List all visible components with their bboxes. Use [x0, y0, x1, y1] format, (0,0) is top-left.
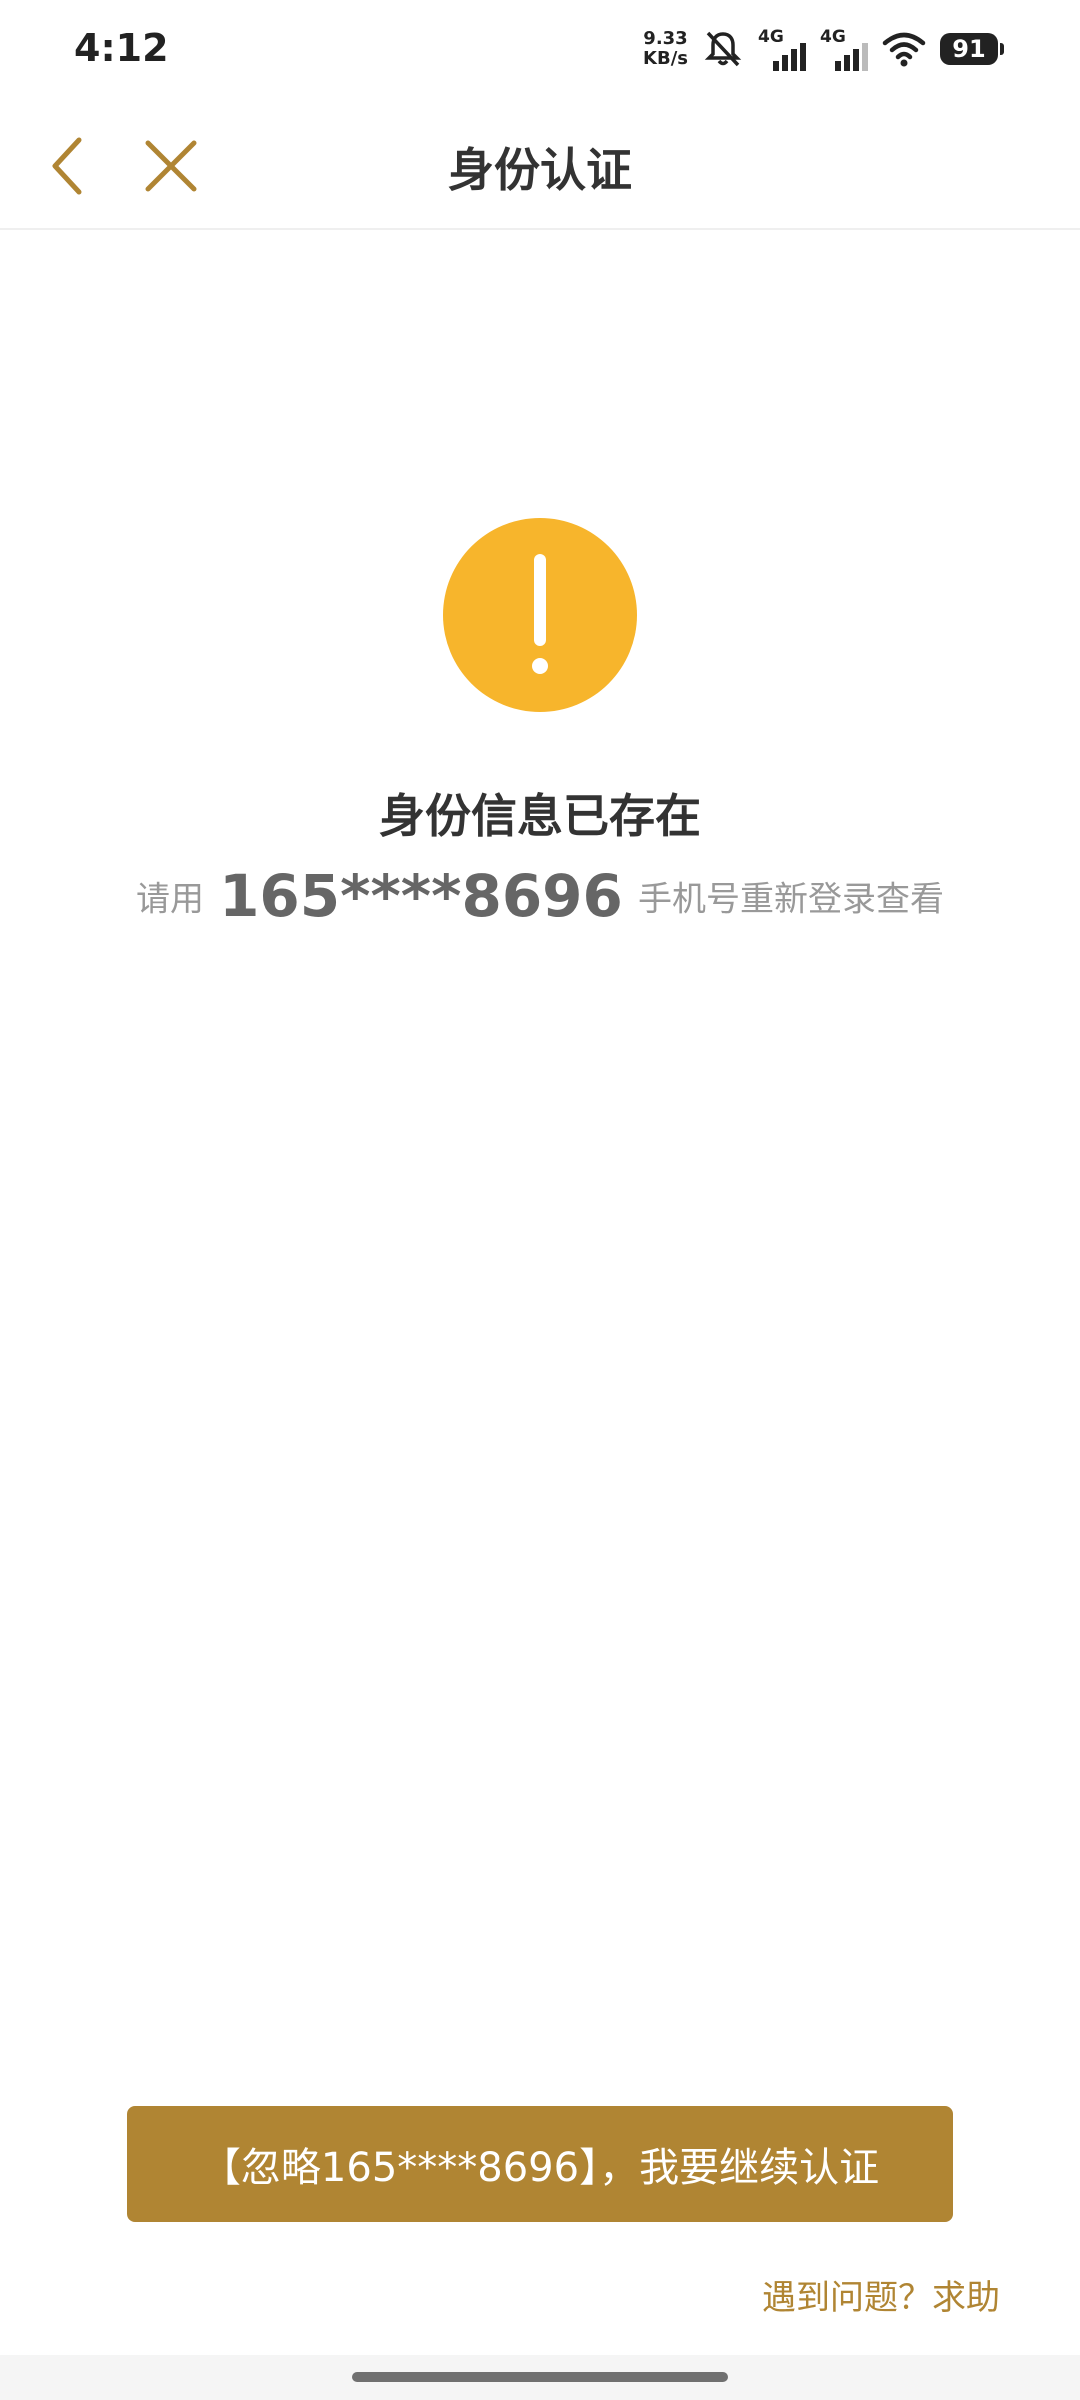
signal-icon	[773, 43, 806, 71]
description-suffix: 手机号重新登录查看	[638, 879, 944, 920]
signal-icon	[835, 43, 868, 71]
battery-tip	[1000, 43, 1004, 55]
sim2-signal: 4G	[820, 27, 868, 71]
screen: 4:12 9.33 KB/s 4G 4G 91 身份认证 身份信息已存在 请用 …	[0, 0, 1080, 2400]
network-speed-value: 9.33	[643, 28, 688, 49]
description-prefix: 请用	[135, 879, 204, 920]
sim1-signal: 4G	[758, 27, 806, 71]
battery-icon: 91	[940, 33, 1004, 65]
status-icons: 9.33 KB/s 4G 4G 91	[643, 24, 1004, 74]
home-indicator[interactable]	[352, 2372, 728, 2382]
page-title: 身份认证	[448, 143, 632, 197]
masked-phone-number: 165****8696	[219, 862, 623, 930]
nav-bar: 身份认证	[0, 100, 1080, 230]
wifi-icon	[882, 32, 926, 67]
network-speed-unit: KB/s	[643, 48, 688, 69]
bell-muted-icon	[704, 31, 742, 67]
exclamation-icon	[443, 518, 637, 712]
result-title: 身份信息已存在	[379, 789, 701, 843]
continue-verification-button[interactable]: 【忽略165****8696】，我要继续认证	[127, 2106, 953, 2222]
help-link[interactable]: 遇到问题？求助	[762, 2270, 1000, 2319]
network-speed: 9.33 KB/s	[643, 29, 688, 69]
battery-level: 91	[940, 33, 998, 65]
status-bar: 4:12 9.33 KB/s 4G 4G 91	[0, 0, 1080, 100]
status-time: 4:12	[74, 26, 169, 70]
result-description: 请用 165****8696 手机号重新登录查看	[0, 862, 1080, 930]
